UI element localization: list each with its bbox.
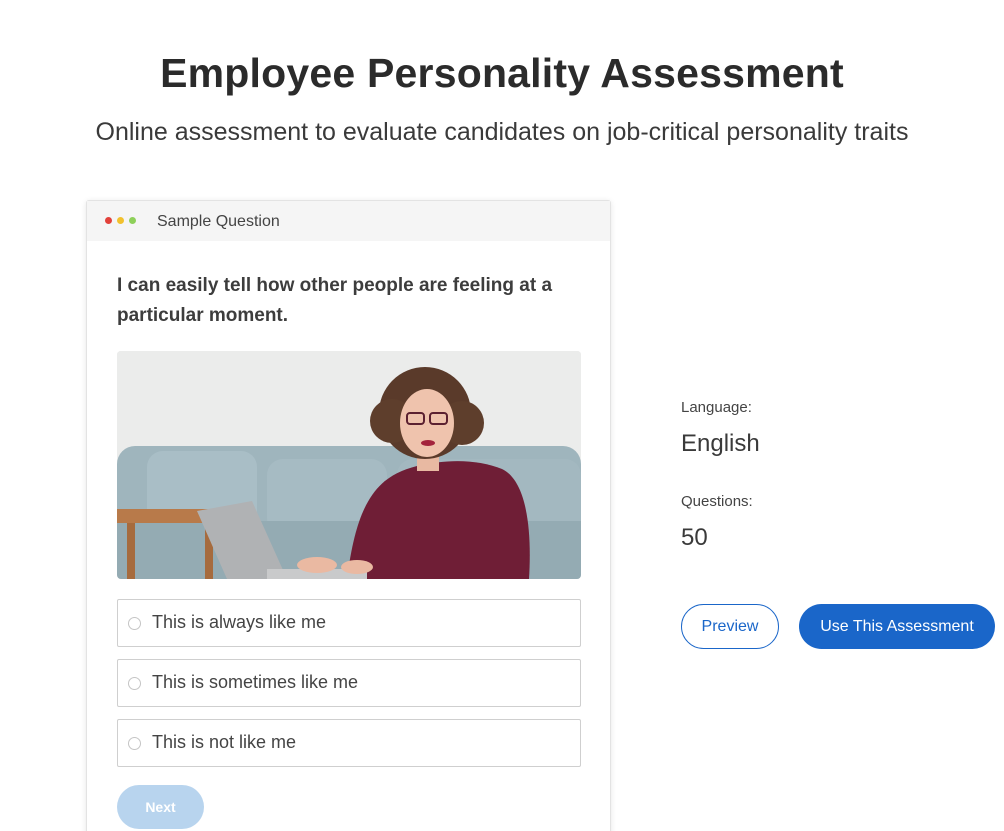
radio-icon[interactable] (128, 617, 141, 630)
answer-option-sometimes[interactable]: This is sometimes like me (117, 659, 581, 707)
answer-option-not[interactable]: This is not like me (117, 719, 581, 767)
window-dot-red-icon (105, 217, 112, 224)
sample-question-card: Sample Question I can easily tell how ot… (86, 200, 611, 831)
answer-option-label: This is not like me (152, 732, 297, 752)
window-dot-green-icon (129, 217, 136, 224)
card-header-label: Sample Question (157, 213, 280, 230)
radio-icon[interactable] (128, 677, 141, 690)
question-text: I can easily tell how other people are f… (117, 275, 553, 326)
answer-option-always[interactable]: This is always like me (117, 599, 581, 647)
window-dot-yellow-icon (117, 217, 124, 224)
page-subtitle: Online assessment to evaluate candidates… (95, 118, 909, 146)
preview-button[interactable]: Preview (681, 604, 779, 649)
questions-label: Questions: (681, 493, 753, 510)
language-value: English (681, 430, 760, 457)
use-assessment-button[interactable]: Use This Assessment (799, 604, 995, 649)
next-button[interactable]: Next (117, 785, 204, 829)
answer-option-label: This is always like me (152, 612, 327, 632)
radio-icon[interactable] (128, 737, 141, 750)
card-header: Sample Question (87, 201, 610, 241)
language-label: Language: (681, 399, 752, 416)
page-title: Employee Personality Assessment (160, 50, 844, 96)
question-photo (117, 351, 581, 579)
assessment-page: Employee Personality Assessment Online a… (0, 0, 1004, 831)
questions-value: 50 (681, 524, 708, 551)
answer-option-label: This is sometimes like me (152, 672, 359, 692)
photo-illustration (117, 351, 581, 579)
